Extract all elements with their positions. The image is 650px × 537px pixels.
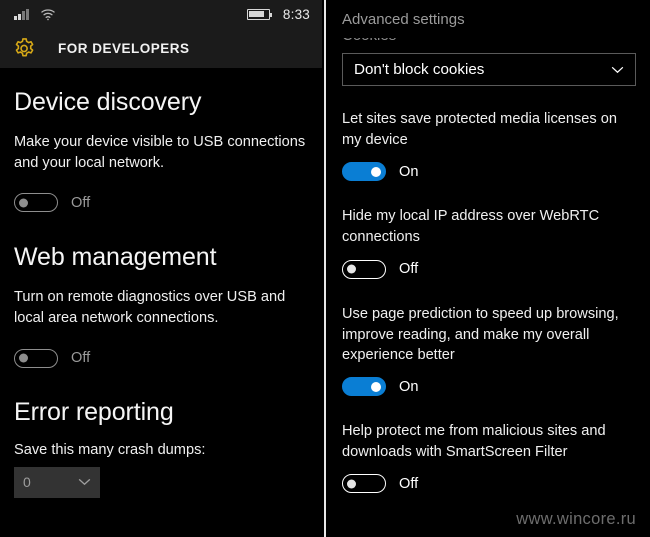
smartscreen-toggle-state: Off bbox=[399, 475, 419, 492]
media-licenses-toggle-row[interactable]: On bbox=[342, 162, 636, 182]
web-management-toggle-state: Off bbox=[71, 350, 91, 367]
page-prediction-toggle-state: On bbox=[399, 378, 419, 395]
cookies-dropdown[interactable]: Don't block cookies bbox=[342, 53, 636, 86]
chevron-down-icon bbox=[78, 479, 91, 486]
cookies-label: Cookies bbox=[342, 38, 396, 44]
page-prediction-toggle-row[interactable]: On bbox=[342, 377, 636, 397]
status-bar-right: 8:33 bbox=[246, 6, 310, 22]
smartscreen-toggle[interactable] bbox=[342, 474, 386, 494]
media-licenses-toggle[interactable] bbox=[342, 162, 386, 182]
section-title: Web management bbox=[14, 243, 217, 272]
left-panel-body: Device discovery Make your device visibl… bbox=[0, 90, 322, 498]
webrtc-toggle-row[interactable]: Off bbox=[342, 259, 636, 279]
status-bar-left bbox=[14, 8, 56, 21]
media-licenses-toggle-state: On bbox=[399, 163, 419, 180]
gear-icon bbox=[15, 37, 34, 56]
setting-label: Let sites save protected media licenses … bbox=[342, 111, 618, 148]
section-title: Error reporting bbox=[14, 397, 174, 426]
signal-bars-icon bbox=[14, 8, 29, 20]
cookies-dropdown-value: Don't block cookies bbox=[354, 61, 485, 78]
crash-dumps-dropdown[interactable]: 0 bbox=[14, 466, 100, 498]
crash-dumps-dropdown-value: 0 bbox=[23, 474, 31, 491]
setting-page-prediction: Use page prediction to speed up browsing… bbox=[342, 304, 636, 397]
section-description: Make your device visible to USB connecti… bbox=[14, 134, 306, 171]
setting-label: Help protect me from malicious sites and… bbox=[342, 423, 606, 460]
device-discovery-toggle[interactable] bbox=[14, 193, 58, 213]
web-management-toggle-row[interactable]: Off bbox=[14, 348, 308, 368]
section-description: Turn on remote diagnostics over USB and … bbox=[14, 289, 286, 327]
chevron-down-icon bbox=[611, 66, 624, 73]
webrtc-toggle[interactable] bbox=[342, 259, 386, 279]
watermark: www.wincore.ru bbox=[516, 510, 636, 528]
section-title: Device discovery bbox=[14, 88, 202, 116]
status-bar: 8:33 bbox=[0, 0, 322, 28]
device-discovery-toggle-state: Off bbox=[71, 194, 91, 211]
section-error-reporting: Error reporting Save this many crash dum… bbox=[14, 397, 308, 498]
setting-webrtc-ip: Hide my local IP address over WebRTC con… bbox=[342, 206, 636, 279]
webrtc-toggle-state: Off bbox=[399, 261, 419, 278]
wifi-icon bbox=[40, 8, 55, 20]
app-title: FOR DEVELOPERS bbox=[58, 40, 190, 56]
app-header: FOR DEVELOPERS bbox=[0, 28, 322, 68]
battery-icon bbox=[246, 8, 273, 20]
right-phone-screen: Advanced settings Cookies Don't block co… bbox=[328, 0, 650, 537]
section-web-management: Web management Turn on remote diagnostic… bbox=[14, 243, 308, 368]
advanced-settings-title: Advanced settings bbox=[342, 11, 465, 28]
web-management-toggle[interactable] bbox=[14, 348, 58, 368]
crash-dumps-label: Save this many crash dumps: bbox=[14, 441, 206, 458]
device-discovery-toggle-row[interactable]: Off bbox=[14, 193, 308, 213]
setting-label: Hide my local IP address over WebRTC con… bbox=[342, 208, 600, 246]
status-bar-clock: 8:33 bbox=[282, 6, 310, 22]
section-device-discovery: Device discovery Make your device visibl… bbox=[14, 88, 308, 213]
dual-screenshot-container: 8:33 FOR DEVELOPERS Device discovery Mak… bbox=[0, 0, 650, 537]
cookies-label-clipped: Cookies bbox=[342, 38, 636, 47]
left-phone-screen: 8:33 FOR DEVELOPERS Device discovery Mak… bbox=[0, 0, 322, 537]
setting-media-licenses: Let sites save protected media licenses … bbox=[342, 109, 636, 182]
smartscreen-toggle-row[interactable]: Off bbox=[342, 474, 636, 494]
setting-label: Use page prediction to speed up browsing… bbox=[342, 305, 619, 364]
setting-smartscreen: Help protect me from malicious sites and… bbox=[342, 421, 636, 494]
page-prediction-toggle[interactable] bbox=[342, 377, 386, 397]
